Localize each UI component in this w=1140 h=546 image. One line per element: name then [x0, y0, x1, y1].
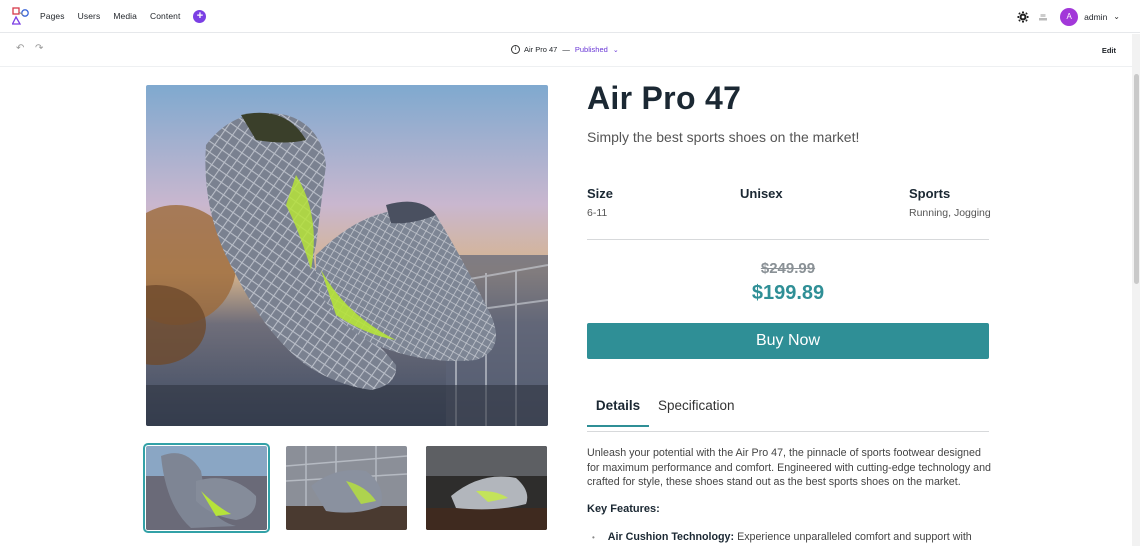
username-label[interactable]: admin	[1084, 12, 1107, 22]
thumbnail-2[interactable]	[286, 446, 407, 530]
scrollbar-thumb[interactable]	[1134, 74, 1139, 284]
redo-icon[interactable]: ↷	[35, 43, 43, 54]
undo-icon[interactable]: ↶	[16, 43, 24, 54]
layers-icon[interactable]	[1038, 12, 1048, 22]
spec-size: Size 6-11	[587, 186, 613, 219]
product-description: Unleash your potential with the Air Pro …	[587, 447, 991, 489]
thumbnail-1[interactable]	[143, 443, 270, 533]
spec-value: Running, Jogging	[909, 207, 991, 219]
feature-name: Air Cushion Technology:	[607, 531, 735, 543]
product-subtitle: Simply the best sports shoes on the mark…	[587, 129, 860, 145]
page-status: i Air Pro 47 — Published ⌄	[511, 45, 619, 54]
edit-button[interactable]: Edit	[1102, 46, 1116, 55]
spec-gender: Unisex	[740, 186, 783, 207]
editor-toolbar: ↶ ↷ i Air Pro 47 — Published ⌄ Edit	[0, 34, 1140, 67]
tab-specification[interactable]: Specification	[658, 398, 735, 425]
gear-icon[interactable]	[1017, 11, 1029, 23]
key-features-heading: Key Features:	[587, 503, 660, 515]
feature-text: Experience unparalleled comfort and supp…	[737, 531, 972, 543]
chevron-down-icon[interactable]: ⌄	[1113, 12, 1120, 21]
product-tabs: Details Specification	[587, 395, 989, 432]
spec-sports: Sports Running, Jogging	[909, 186, 991, 219]
buy-now-button[interactable]: Buy Now	[587, 323, 989, 359]
info-icon: i	[511, 45, 520, 54]
status-dropdown[interactable]: Published	[575, 45, 608, 54]
thumbnail-3[interactable]	[426, 446, 547, 530]
app-logo-icon[interactable]	[12, 7, 30, 25]
nav-content[interactable]: Content	[150, 11, 180, 21]
list-item: • Air Cushion Technology: Experience unp…	[592, 531, 972, 543]
scrollbar[interactable]	[1132, 34, 1140, 546]
divider	[587, 239, 989, 240]
sale-price: $199.89	[751, 282, 825, 304]
bullet-icon: •	[592, 533, 595, 542]
product-main-image	[146, 85, 548, 426]
original-price: $249.99	[760, 260, 816, 277]
top-navigation: Pages Users Media Content + A admin ⌄	[0, 0, 1140, 33]
tab-details[interactable]: Details	[587, 398, 649, 427]
spec-label: Size	[587, 186, 614, 201]
spec-label: Sports	[909, 186, 951, 201]
spec-label: Unisex	[740, 186, 783, 201]
separator: —	[562, 45, 570, 54]
nav-users[interactable]: Users	[78, 11, 101, 21]
nav-media[interactable]: Media	[113, 11, 137, 21]
thumbnail-strip	[143, 443, 566, 533]
page-title-label: Air Pro 47	[524, 45, 558, 54]
nav-pages[interactable]: Pages	[40, 11, 65, 21]
spec-value: 6-11	[587, 207, 608, 219]
avatar[interactable]: A	[1060, 7, 1079, 26]
add-button[interactable]: +	[193, 9, 207, 23]
chevron-down-icon[interactable]: ⌄	[613, 46, 619, 54]
product-title: Air Pro 47	[587, 80, 742, 116]
